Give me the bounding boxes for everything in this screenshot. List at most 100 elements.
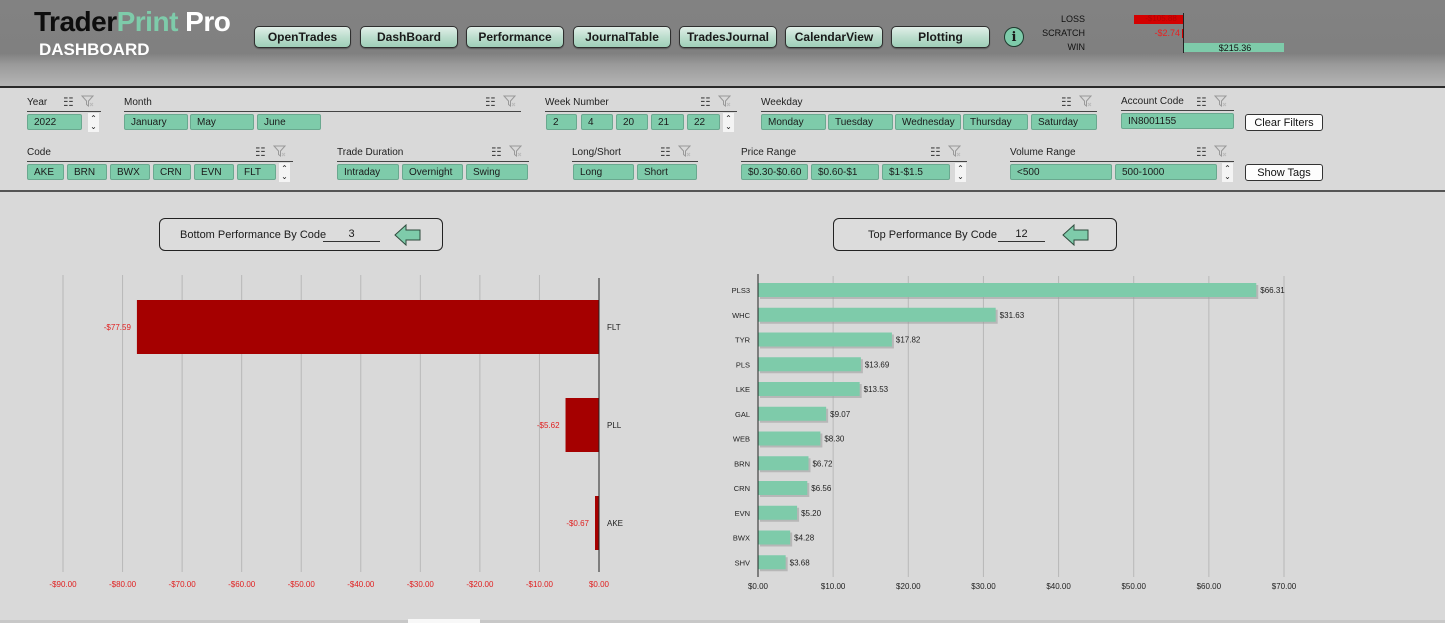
multiselect-icon[interactable]: ☷ xyxy=(63,95,74,109)
price-chip[interactable]: $1-$1.5 xyxy=(882,164,950,180)
multiselect-icon[interactable]: ☷ xyxy=(255,145,266,159)
week-chip[interactable]: 2 xyxy=(546,114,577,130)
nav-dashboard-button[interactable]: DashBoard xyxy=(360,26,458,48)
nav-tradesjournal-button[interactable]: TradesJournal xyxy=(679,26,777,48)
category-label: SHV xyxy=(735,558,750,567)
bottom-performance-count-input[interactable]: 3 xyxy=(323,228,380,242)
weekday-chip[interactable]: Monday xyxy=(761,114,826,130)
account-slicer-label: Account Code xyxy=(1121,96,1184,107)
code-chip[interactable]: FLT xyxy=(237,164,276,180)
multiselect-icon[interactable]: ☷ xyxy=(700,95,711,109)
weekday-slicer-rule xyxy=(761,111,1097,112)
multiselect-icon[interactable]: ☷ xyxy=(491,145,502,159)
bar-pls xyxy=(758,357,861,372)
week-scroll-spinner[interactable]: ⌃ ⌄ xyxy=(723,113,734,132)
weekday-chip[interactable]: Tuesday xyxy=(828,114,893,130)
bar-pll xyxy=(565,398,599,452)
top-performance-apply-arrow-icon[interactable] xyxy=(1062,224,1090,246)
multiselect-icon[interactable]: ☷ xyxy=(1196,145,1207,159)
nav-plotting-button[interactable]: Plotting xyxy=(891,26,990,48)
longshort-chip[interactable]: Short xyxy=(637,164,697,180)
category-label: PLS xyxy=(736,360,750,369)
volume-chip[interactable]: 500-1000 xyxy=(1115,164,1217,180)
clear-filter-icon[interactable] xyxy=(508,145,522,157)
x-tick-label: $10.00 xyxy=(821,582,846,591)
price-slicer-label: Price Range xyxy=(741,147,797,158)
code-chip[interactable]: CRN xyxy=(153,164,191,180)
year-chip[interactable]: 2022 xyxy=(27,114,82,130)
brand-part-pro: Pro xyxy=(185,6,231,37)
multiselect-icon[interactable]: ☷ xyxy=(485,95,496,109)
clear-filter-icon[interactable] xyxy=(1213,95,1227,107)
duration-slicer-label: Trade Duration xyxy=(337,147,404,158)
data-label: $9.07 xyxy=(830,410,851,419)
bar-web xyxy=(758,431,821,446)
category-label: CRN xyxy=(734,484,750,493)
weekday-chip[interactable]: Thursday xyxy=(963,114,1028,130)
year-scroll-spinner[interactable]: ⌃ ⌄ xyxy=(88,113,99,132)
code-slicer-rule xyxy=(27,161,293,162)
code-slicer-tools: ☷ xyxy=(255,145,286,159)
clear-filter-icon[interactable] xyxy=(717,95,731,107)
top-performance-count-input[interactable]: 12 xyxy=(998,228,1045,242)
code-chip[interactable]: BWX xyxy=(110,164,150,180)
month-chip[interactable]: June xyxy=(257,114,321,130)
header-bar: TraderPrint Pro DASHBOARD OpenTrades Das… xyxy=(0,0,1445,86)
code-scroll-spinner[interactable]: ⌃ ⌄ xyxy=(279,163,290,182)
code-chip[interactable]: BRN xyxy=(67,164,107,180)
bottom-performance-apply-arrow-icon[interactable] xyxy=(394,224,422,246)
duration-chip[interactable]: Swing xyxy=(466,164,528,180)
month-chip[interactable]: January xyxy=(124,114,188,130)
page-title: DASHBOARD xyxy=(39,40,150,59)
weekday-slicer-tools: ☷ xyxy=(1061,95,1092,109)
week-chip[interactable]: 4 xyxy=(581,114,613,130)
price-slicer-tools: ☷ xyxy=(930,145,961,159)
longshort-slicer-tools: ☷ xyxy=(660,145,691,159)
clear-filter-icon[interactable] xyxy=(677,145,691,157)
weekday-chip[interactable]: Saturday xyxy=(1031,114,1097,130)
clear-filter-icon[interactable] xyxy=(80,95,94,107)
multiselect-icon[interactable]: ☷ xyxy=(1196,95,1207,109)
week-chip[interactable]: 22 xyxy=(687,114,720,130)
month-slicer-label: Month xyxy=(124,97,152,108)
nav-opentrades-button[interactable]: OpenTrades xyxy=(254,26,351,48)
nav-calendarview-button[interactable]: CalendarView xyxy=(785,26,883,48)
code-chip[interactable]: EVN xyxy=(194,164,234,180)
clear-filters-button[interactable]: Clear Filters xyxy=(1245,114,1323,131)
duration-slicer-rule xyxy=(337,161,529,162)
duration-chip[interactable]: Intraday xyxy=(337,164,399,180)
month-slicer-rule xyxy=(124,111,521,112)
week-chip[interactable]: 21 xyxy=(651,114,684,130)
week-chip[interactable]: 20 xyxy=(616,114,648,130)
clear-filter-icon[interactable] xyxy=(1213,145,1227,157)
multiselect-icon[interactable]: ☷ xyxy=(930,145,941,159)
code-chip[interactable]: AKE xyxy=(27,164,64,180)
brand-part-trader: Trader xyxy=(34,6,117,37)
weekday-chip[interactable]: Wednesday xyxy=(895,114,961,130)
price-scroll-spinner[interactable]: ⌃ ⌄ xyxy=(955,163,966,182)
clear-filter-icon[interactable] xyxy=(947,145,961,157)
nav-performance-button[interactable]: Performance xyxy=(466,26,564,48)
show-tags-button[interactable]: Show Tags xyxy=(1245,164,1323,181)
nav-journaltable-button[interactable]: JournalTable xyxy=(573,26,671,48)
clear-filter-icon[interactable] xyxy=(502,95,516,107)
price-chip[interactable]: $0.30-$0.60 xyxy=(741,164,808,180)
month-chip[interactable]: May xyxy=(190,114,254,130)
longshort-chip[interactable]: Long xyxy=(573,164,634,180)
clear-filter-icon[interactable] xyxy=(272,145,286,157)
code-slicer-label: Code xyxy=(27,147,51,158)
weekday-slicer-label: Weekday xyxy=(761,97,803,108)
price-chip[interactable]: $0.60-$1 xyxy=(811,164,879,180)
duration-chip[interactable]: Overnight xyxy=(402,164,463,180)
account-chip[interactable]: IN8001155 xyxy=(1121,113,1234,129)
volume-slicer-rule xyxy=(1010,161,1234,162)
data-label: $13.53 xyxy=(864,385,889,394)
sheet-tab[interactable] xyxy=(408,619,480,623)
month-slicer-tools: ☷ xyxy=(485,95,516,109)
account-slicer-rule xyxy=(1121,110,1234,111)
multiselect-icon[interactable]: ☷ xyxy=(660,145,671,159)
clear-filter-icon[interactable] xyxy=(1078,95,1092,107)
multiselect-icon[interactable]: ☷ xyxy=(1061,95,1072,109)
volume-scroll-spinner[interactable]: ⌃ ⌄ xyxy=(1222,163,1233,182)
volume-chip[interactable]: <500 xyxy=(1010,164,1112,180)
